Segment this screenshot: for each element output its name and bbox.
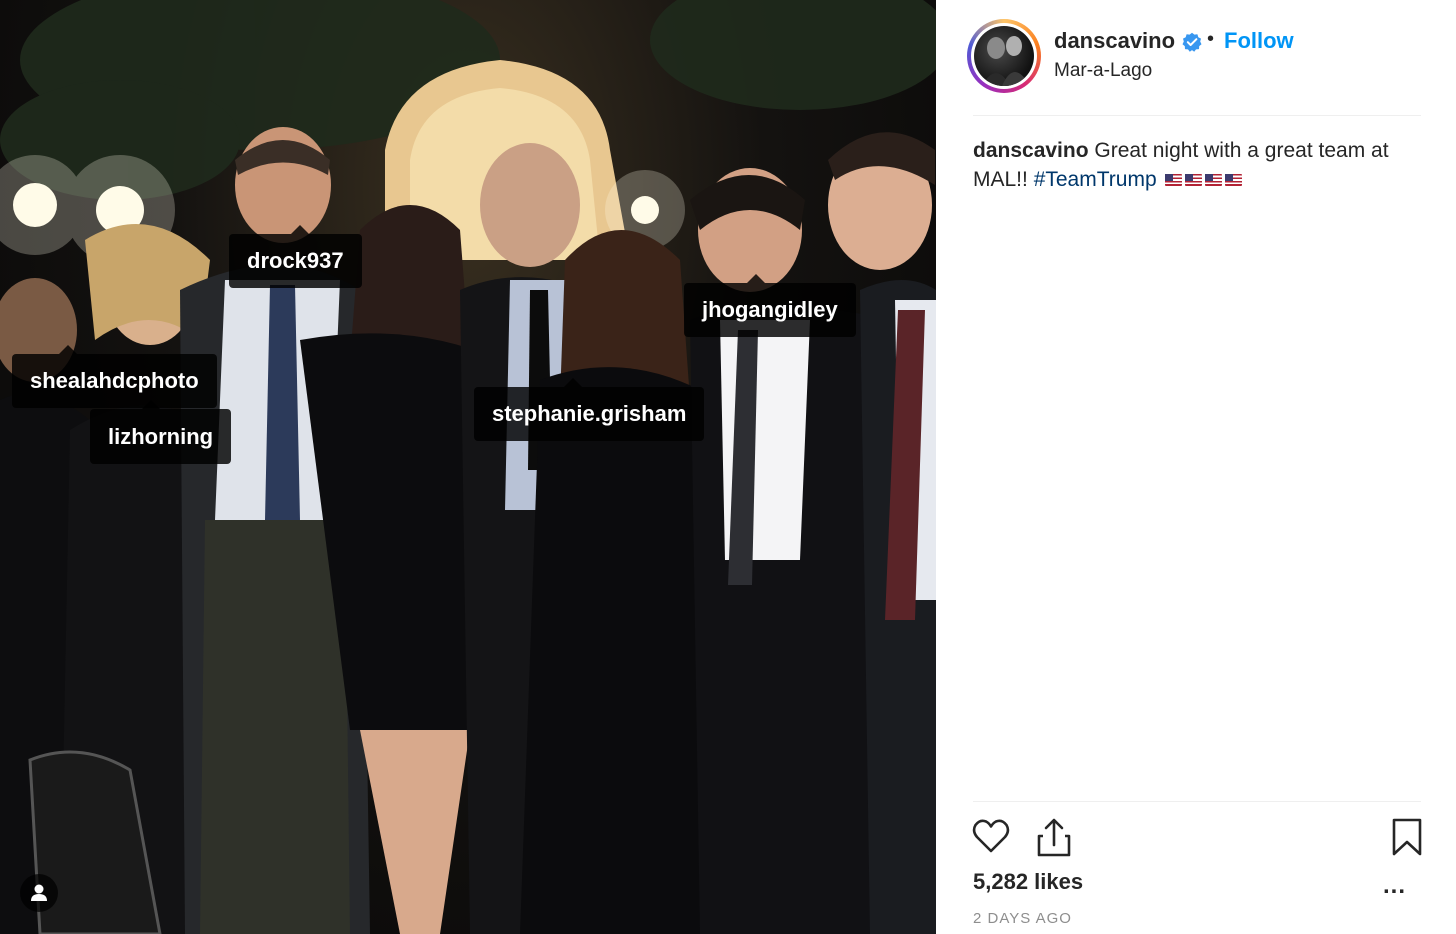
caption-username[interactable]: danscavino (973, 139, 1089, 162)
avatar[interactable] (974, 26, 1034, 86)
photo-tag-jhogangidley[interactable]: jhogangidley (684, 274, 856, 337)
tagged-users-button[interactable] (20, 874, 58, 912)
us-flag-icon (1165, 174, 1183, 187)
actions-divider (973, 801, 1421, 802)
like-heart-icon[interactable] (972, 818, 1010, 854)
photo-tag-lizhorning[interactable]: lizhorning (90, 400, 232, 464)
us-flag-icon (1185, 174, 1203, 187)
photo-tag-stephanie-grisham[interactable]: stephanie.grisham (474, 378, 705, 441)
person-icon (31, 884, 47, 901)
post-author-username[interactable]: danscavino (1054, 28, 1175, 54)
verified-badge-icon (1182, 32, 1202, 52)
party-photo-image (0, 0, 936, 934)
like-count[interactable]: 5,282 likes (973, 869, 1083, 895)
photo-tag-shealahdcphoto[interactable]: shealahdcphoto (12, 345, 217, 408)
photo-tag-drock937[interactable]: drock937 (229, 225, 362, 288)
us-flag-icon (1225, 174, 1243, 187)
location-link[interactable]: Mar-a-Lago (1054, 60, 1152, 82)
save-bookmark-icon[interactable] (1392, 818, 1422, 856)
story-ring[interactable] (967, 19, 1041, 93)
follow-button[interactable]: Follow (1224, 28, 1294, 54)
avatar-image (982, 36, 1030, 86)
post-sidebar: danscavino • Follow Mar-a-Lago danscavin… (936, 0, 1456, 934)
header-divider (973, 115, 1421, 116)
flag-emojis (1162, 168, 1243, 191)
caption-hashtag[interactable]: #TeamTrump (1034, 168, 1157, 191)
header-separator: • (1207, 28, 1215, 50)
post-timestamp[interactable]: 2 DAYS AGO (973, 910, 1072, 927)
us-flag-icon (1205, 174, 1223, 187)
share-icon[interactable] (1035, 818, 1073, 858)
post-caption: danscavino Great night with a great team… (973, 136, 1433, 194)
more-options-icon[interactable]: ... (1383, 872, 1406, 900)
post-photo[interactable]: drock937 shealahdcphoto lizhorning steph… (0, 0, 936, 934)
